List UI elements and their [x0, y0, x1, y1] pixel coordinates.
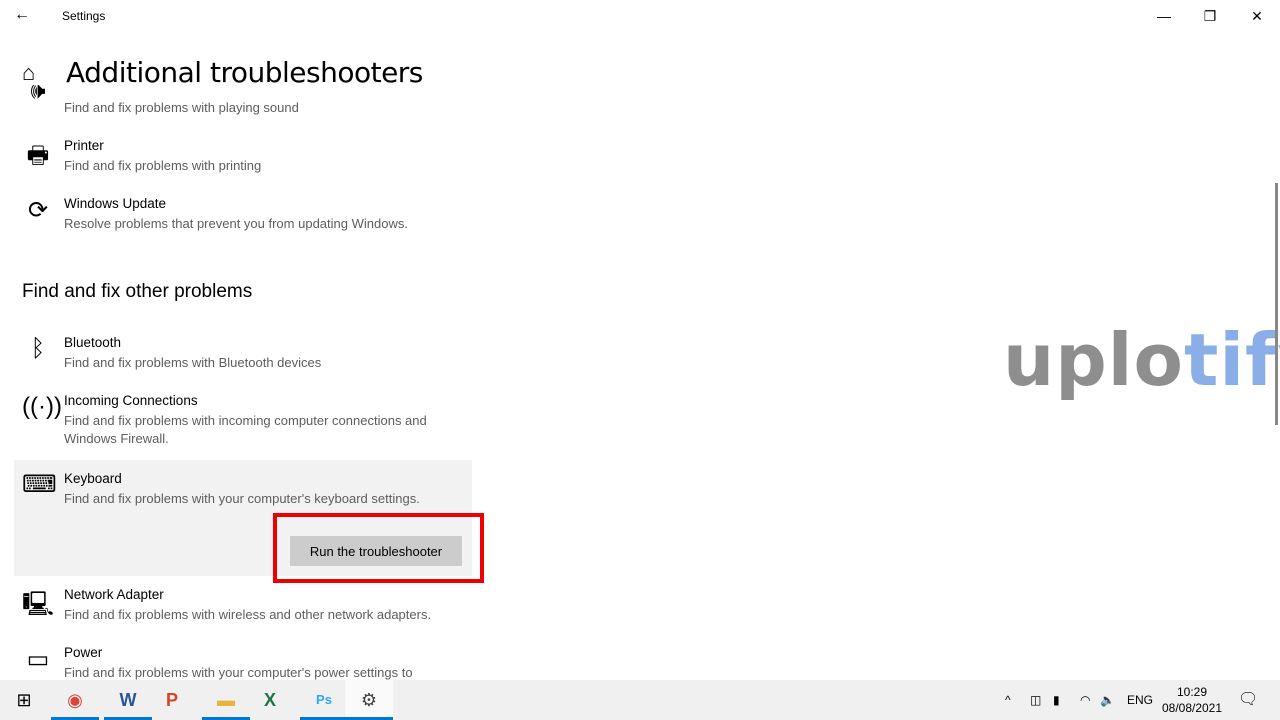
item-description: Find and fix problems with wireless and …	[64, 607, 432, 622]
language-indicator[interactable]: ENG	[1127, 680, 1153, 720]
notification-icon[interactable]: 🗨	[1238, 680, 1258, 720]
bluetooth-icon: ᛒ	[30, 335, 46, 362]
item-description: Resolve problems that prevent you from u…	[64, 216, 408, 231]
section-heading: Find and fix other problems	[22, 281, 253, 302]
battery-icon: ▭	[26, 646, 50, 673]
antenna-icon: ((·))	[22, 393, 62, 420]
minimize-button[interactable]: —	[1141, 0, 1187, 32]
taskbar-word[interactable]: W	[104, 680, 152, 720]
taskbar-powerpoint[interactable]: P	[148, 680, 196, 720]
volume-icon[interactable]: 🔈	[1100, 680, 1115, 720]
sync-icon: ⟳	[27, 197, 49, 224]
title-bar: ← Settings — ❐ ✕	[0, 0, 1280, 32]
item-name: Bluetooth	[64, 335, 122, 350]
item-name: Power	[64, 645, 103, 660]
camera-icon[interactable]: ◫	[1030, 680, 1041, 720]
keyboard-icon: ⌨	[22, 471, 57, 498]
taskbar-settings[interactable]: ⚙	[345, 680, 393, 720]
troubleshooter-printer[interactable]: 🖶 Printer Find and fix problems with pri…	[14, 138, 472, 182]
troubleshooter-windows-update[interactable]: ⟳ Windows Update Resolve problems that p…	[14, 196, 472, 240]
watermark-logo: uplotify	[1003, 318, 1280, 402]
troubleshooter-bluetooth[interactable]: ᛒ Bluetooth Find and fix problems with B…	[14, 335, 472, 379]
home-icon[interactable]: ⌂	[22, 60, 35, 86]
taskbar-file-explorer[interactable]: ▬	[202, 680, 250, 720]
battery-icon[interactable]: ▮	[1053, 680, 1060, 720]
close-button[interactable]: ✕	[1234, 0, 1280, 32]
clock[interactable]: 10:29 08/08/2021	[1160, 684, 1224, 716]
taskbar-excel[interactable]: X	[246, 680, 294, 720]
network-icon: 🖳	[22, 591, 55, 618]
taskbar-chrome[interactable]: ◉	[51, 680, 99, 720]
item-name: Windows Update	[64, 196, 167, 211]
scrollbar[interactable]	[1275, 183, 1278, 425]
item-description: Find and fix problems with your computer…	[64, 491, 420, 506]
printer-icon: 🖶	[26, 142, 50, 169]
item-name: Keyboard	[64, 471, 122, 486]
taskbar-photoshop[interactable]: Ps	[300, 680, 348, 720]
speaker-icon: 🕪	[30, 85, 46, 104]
troubleshooter-playing-audio[interactable]: 🕪 Find and fix problems with playing sou…	[14, 85, 472, 119]
item-description: Find and fix problems with Bluetooth dev…	[64, 355, 322, 370]
item-name: Incoming Connections	[64, 393, 198, 408]
troubleshooter-power[interactable]: ▭ Power Find and fix problems with your …	[14, 645, 472, 680]
troubleshooter-network-adapter[interactable]: 🖳 Network Adapter Find and fix problems …	[14, 587, 472, 631]
item-description: Find and fix problems with your computer…	[64, 665, 413, 680]
highlight-box	[273, 513, 484, 583]
start-button[interactable]: ⊞	[0, 680, 48, 720]
taskbar: ⊞ ◉ W P ▬ X Ps ⚙ ^ ◫ ▮ ◠ 🔈 ENG 10:29 08/0…	[0, 680, 1280, 720]
item-name: Printer	[64, 138, 104, 153]
restore-button[interactable]: ❐	[1187, 0, 1233, 32]
item-description: Find and fix problems with printing	[64, 158, 262, 173]
wifi-icon[interactable]: ◠	[1080, 680, 1090, 720]
item-description: Find and fix problems with playing sound	[64, 100, 299, 115]
item-description: Find and fix problems with incoming comp…	[64, 413, 427, 446]
chevron-up-icon[interactable]: ^	[1005, 680, 1011, 720]
item-name: Network Adapter	[64, 587, 164, 602]
window-title: Settings	[62, 9, 106, 23]
back-button[interactable]: ←	[14, 6, 30, 24]
troubleshooter-incoming-connections[interactable]: ((·)) Incoming Connections Find and fix …	[14, 393, 472, 453]
